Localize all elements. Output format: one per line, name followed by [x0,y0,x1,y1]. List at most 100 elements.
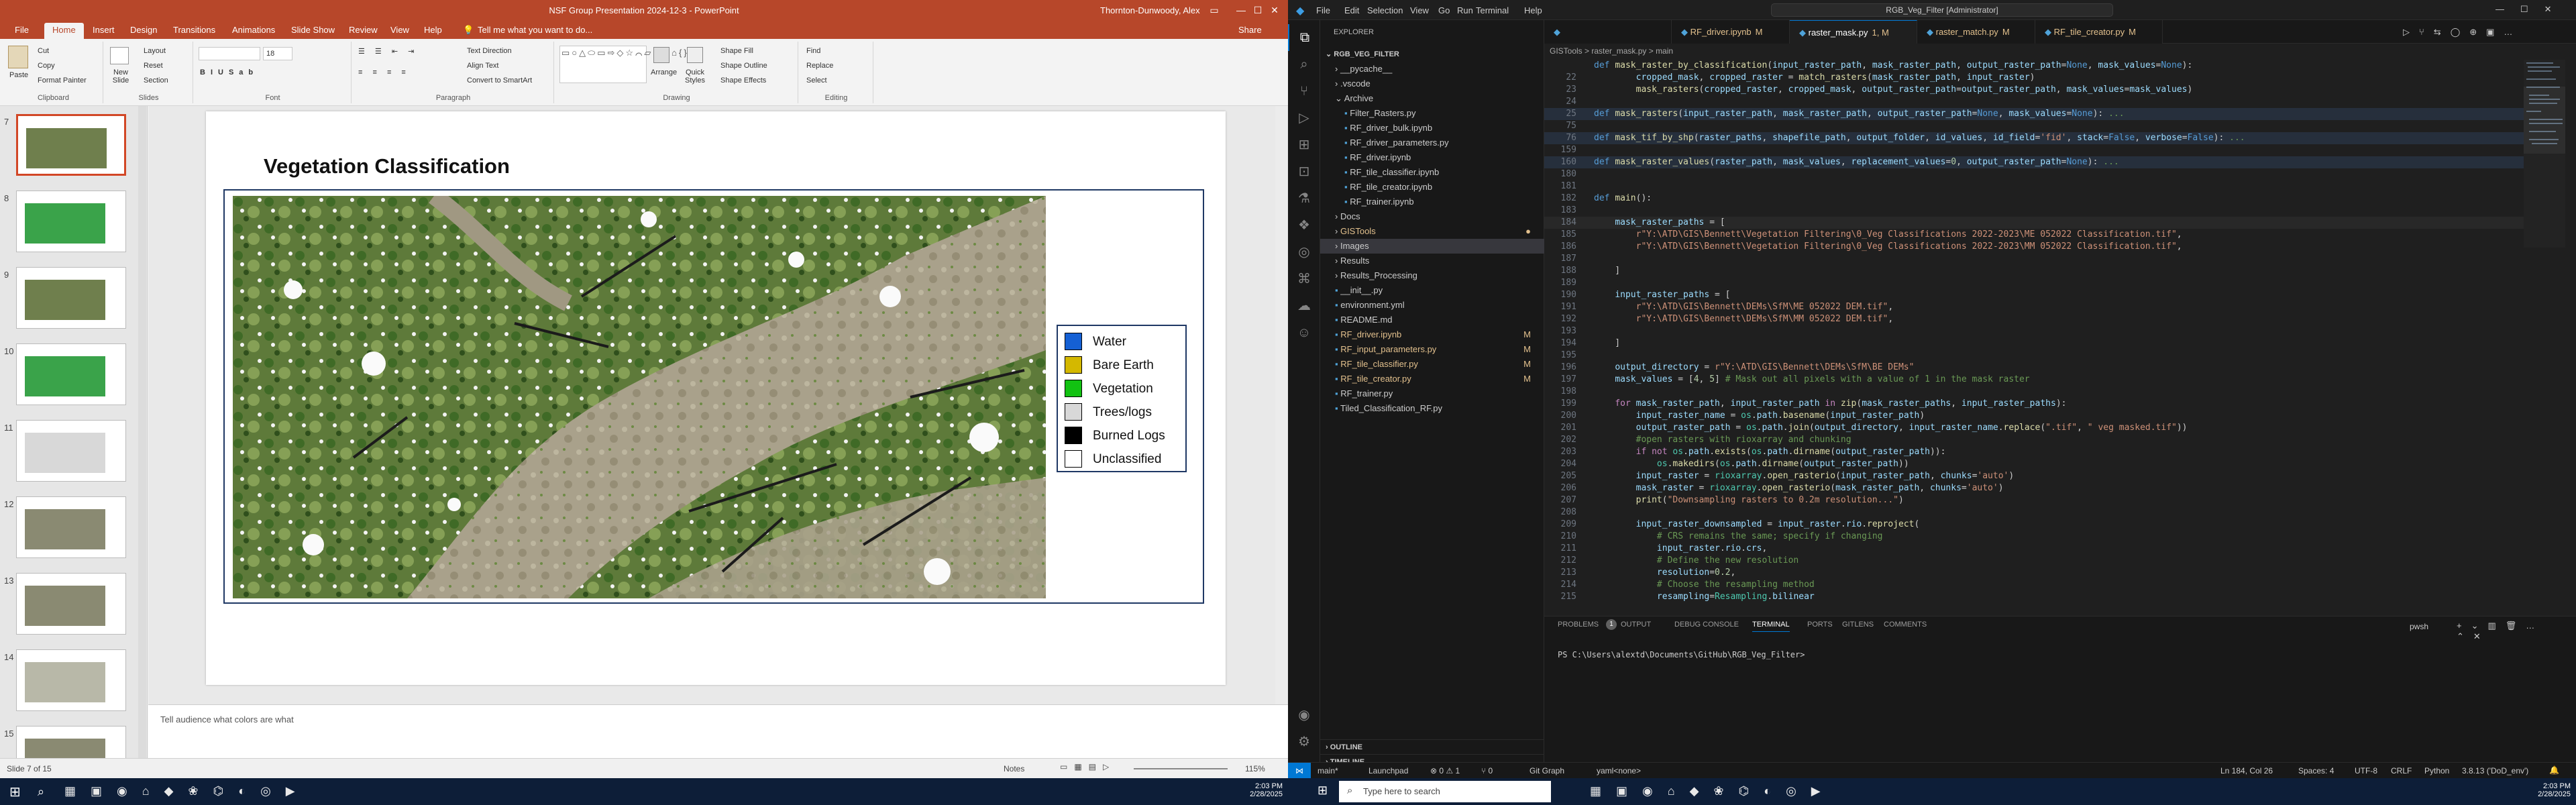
explorer-item[interactable]: › Docs [1320,209,1544,224]
editor-actions[interactable]: ▷⑂⇆◯⊕▣… [2403,27,2522,38]
editor-tab[interactable]: ◆ RF_driver.ipynb M [1672,20,1790,44]
editor-tab[interactable]: ◆ raster_mask.py 1, M [1790,20,1917,44]
terminal-shell-label[interactable]: pwsh [2410,622,2428,631]
code-line[interactable]: 215 resampling=Resampling.bilinear [1544,591,2524,603]
account-icon[interactable]: ◉ [1288,702,1320,729]
python-interpreter[interactable]: 3.8.13 ('DoD_env') [2462,766,2528,775]
layout-button[interactable]: Layout [144,47,166,55]
code-line[interactable]: 197 mask_values = [4, 5] # Mask out all … [1544,374,2524,386]
code-line[interactable]: 188 ] [1544,265,2524,277]
ribbon-display-icon[interactable]: ▭ [1201,3,1228,17]
code-line[interactable]: 75 [1544,120,2524,132]
python-icon[interactable]: ❖ [1288,212,1320,239]
tab-home[interactable]: Home [44,23,84,39]
code-line[interactable]: 187 [1544,253,2524,265]
explorer-item[interactable]: › .vscode [1320,76,1544,91]
code-line[interactable]: 196 output_directory = r"Y:\ATD\GIS\Benn… [1544,362,2524,374]
explorer-icon[interactable]: ⧉ [1288,24,1320,51]
panel-tab-ports[interactable]: PORTS [1807,621,1833,629]
select-button[interactable]: Select [806,76,827,85]
code-editor[interactable]: GISTools > raster_mask.py > main def mas… [1544,44,2576,616]
slide-thumbnail[interactable] [16,573,126,635]
code-line[interactable]: 198 [1544,386,2524,398]
font-format-buttons[interactable]: BIUSab [200,68,258,76]
jupyter-icon[interactable]: ⌘ [1288,266,1320,292]
editor-tab[interactable]: ◆ raster_match.py M [1917,20,2035,44]
code-line[interactable]: 180 [1544,168,2524,180]
close-icon[interactable]: ✕ [1261,3,1288,17]
editor-tab[interactable]: ◆ RF_tile_creator.py M [2035,20,2163,44]
slide-thumbnail[interactable] [16,496,126,558]
quick-styles-button[interactable]: Quick Styles [682,68,708,85]
git-branch[interactable]: main* [1318,766,1338,775]
code-line[interactable]: 192 r"Y:\ATD\GIS\Bennett\DEMs\SfM\MM 052… [1544,313,2524,325]
new-slide-button[interactable]: New Slide [107,68,134,85]
code-line[interactable]: 194 ] [1544,337,2524,350]
explorer-item[interactable]: ▪ RF_input_parameters.py M [1320,342,1544,357]
explorer-item[interactable]: › Images [1320,239,1544,254]
taskbar-search-box[interactable]: ⌕ Type here to search [1339,781,1551,802]
docker-icon[interactable]: ☁ [1288,292,1320,319]
panel-tab-debug-console[interactable]: DEBUG CONSOLE [1674,621,1739,629]
left-clock[interactable]: 2:03 PM 2/28/2025 [1229,782,1283,798]
slide-thumbnail[interactable] [16,420,126,482]
code-line[interactable]: 186 r"Y:\ATD\GIS\Bennett\Vegetation Filt… [1544,241,2524,253]
quick-styles-icon[interactable] [687,47,703,63]
explorer-item[interactable]: ▪ Tiled_Classification_RF.py [1320,401,1544,416]
paste-button[interactable]: Paste [9,71,28,79]
explorer-item[interactable]: › Results_Processing [1320,268,1544,283]
code-line[interactable]: 191 r"Y:\ATD\GIS\Bennett\DEMs\SfM\ME 052… [1544,301,2524,313]
taskbar-pinned-apps-right[interactable]: ▦▣◉⌂◆❀⌬◐◎▶ [1590,784,1835,798]
copy-button[interactable]: Copy [38,62,55,70]
code-line[interactable]: 212 # Define the new resolution [1544,555,2524,567]
zoom-slider[interactable] [1134,768,1228,769]
menu-go[interactable]: Go [1438,5,1450,15]
shape-outline-button[interactable]: Shape Outline [720,62,767,70]
code-line[interactable]: 195 [1544,350,2524,362]
explorer-item[interactable]: ▪ __init__.py [1320,283,1544,298]
code-line[interactable]: 204 os.makedirs(os.path.dirname(output_r… [1544,458,2524,470]
explorer-item[interactable]: ▪ RF_tile_classifier.ipynb [1320,165,1544,180]
code-line[interactable]: 206 mask_raster = rioxarray.open_rasteri… [1544,482,2524,494]
explorer-item[interactable]: › Results [1320,254,1544,268]
workspace-root[interactable]: ⌄ RGB_VEG_FILTER [1320,47,1544,62]
cursor-position[interactable]: Ln 184, Col 26 [2220,766,2273,775]
settings-gear-icon[interactable]: ⚙ [1288,729,1320,755]
code-line[interactable]: 160 def mask_raster_values(raster_path, m… [1544,156,2524,168]
explorer-item[interactable]: ▪ RF_driver_parameters.py [1320,136,1544,150]
shapes-gallery[interactable]: ▭○△⬭▭⇨◇☆⌒▱↘↗⌂{} [559,46,687,83]
panel-tab-comments[interactable]: COMMENTS [1884,621,1927,629]
explorer-item[interactable]: ▪ RF_trainer.py [1320,386,1544,401]
panel-tab-output[interactable]: OUTPUT [1621,621,1651,629]
tab-review[interactable]: Review [349,25,378,35]
slide-editing-area[interactable]: Vegetation Classification Water Bare Ear… [148,106,1288,704]
slide-scrollbar[interactable] [1275,106,1287,704]
font-size-box[interactable]: 18 [263,47,292,60]
tab-transitions[interactable]: Transitions [173,25,215,35]
tab-design[interactable]: Design [130,25,157,35]
line-endings[interactable]: CRLF [2391,766,2412,775]
slide-thumbnail[interactable] [16,649,126,711]
outline-section[interactable]: › OUTLINE [1320,739,1544,754]
code-line[interactable]: 193 [1544,325,2524,337]
explorer-item[interactable]: ▪ RF_tile_creator.ipynb [1320,180,1544,195]
convert-smartart-button[interactable]: Convert to SmartArt [467,76,532,85]
code-line[interactable]: 183 [1544,205,2524,217]
classification-legend[interactable]: Water Bare Earth Vegetation Trees/logs Burne… [1057,325,1187,472]
replace-button[interactable]: Replace [806,62,833,70]
explorer-item[interactable]: ▪ Filter_Rasters.py [1320,106,1544,121]
menu-edit[interactable]: Edit [1344,5,1359,15]
align-text-button[interactable]: Align Text [467,62,499,70]
port-counter[interactable]: ⑂ 0 [1481,766,1493,775]
menu-view[interactable]: View [1410,5,1429,15]
menu-run[interactable]: Run [1457,5,1473,15]
reset-button[interactable]: Reset [144,62,163,70]
cut-button[interactable]: Cut [38,47,49,55]
menu-terminal[interactable]: Terminal [1476,5,1509,15]
arrange-button[interactable]: Arrange [651,68,677,76]
panel-tab-gitlens[interactable]: GITLENS [1842,621,1874,629]
explorer-item[interactable]: ▪ RF_trainer.ipynb [1320,195,1544,209]
figure-frame[interactable]: Water Bare Earth Vegetation Trees/logs Burne… [223,189,1204,604]
new-slide-icon[interactable] [110,47,129,64]
panel-tab-problems[interactable]: PROBLEMS [1558,621,1599,629]
